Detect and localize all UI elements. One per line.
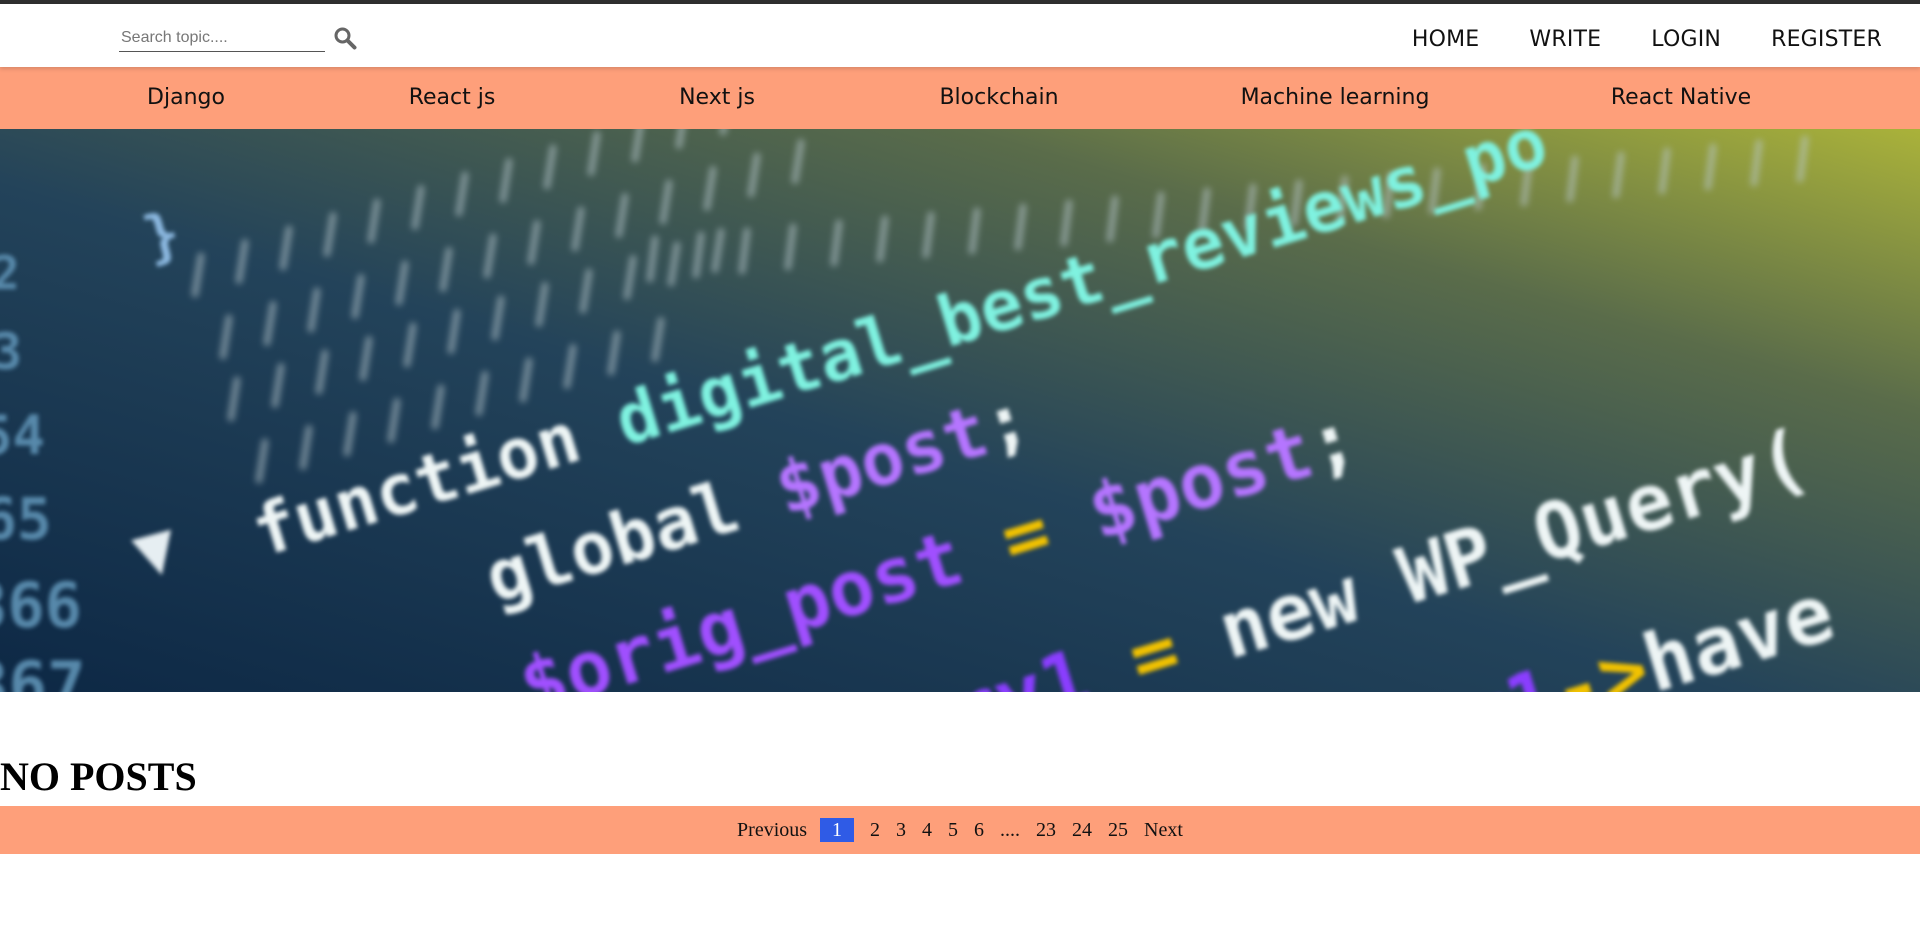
indent-guide <box>1704 143 1717 191</box>
pagination: Previous 1 2 3 4 5 6 .... 23 24 25 Next <box>0 806 1920 854</box>
indent-guide <box>784 223 797 271</box>
indent-guide <box>922 211 935 259</box>
line-number: 366 <box>0 569 82 642</box>
search-input[interactable] <box>119 24 325 52</box>
line-number: 3 <box>0 323 22 381</box>
search-button[interactable] <box>332 25 358 51</box>
nav-write-link[interactable]: WRITE <box>1529 27 1601 52</box>
pagination-page-24[interactable]: 24 <box>1072 819 1092 842</box>
pagination-page-5[interactable]: 5 <box>948 819 958 842</box>
pagination-page-1[interactable]: 1 <box>820 818 855 842</box>
category-bar: Django React js Next js Blockchain Machi… <box>0 67 1920 129</box>
pagination-previous[interactable]: Previous <box>737 819 807 842</box>
category-machine-learning[interactable]: Machine learning <box>1241 67 1430 129</box>
category-django[interactable]: Django <box>147 67 225 129</box>
indent-guide <box>692 231 705 279</box>
indent-guide <box>830 219 843 267</box>
top-navbar: HOME WRITE LOGIN REGISTER <box>0 4 1920 67</box>
pagination-page-23[interactable]: 23 <box>1036 819 1056 842</box>
pagination-next[interactable]: Next <box>1144 819 1183 842</box>
indent-guide <box>1566 155 1579 203</box>
nav-home-link[interactable]: HOME <box>1412 27 1480 52</box>
indent-guide <box>1060 199 1073 247</box>
nav-login-link[interactable]: LOGIN <box>1651 27 1721 52</box>
category-react-native[interactable]: React Native <box>1611 67 1751 129</box>
pagination-page-6[interactable]: 6 <box>974 819 984 842</box>
no-posts-heading: NO POSTS <box>0 754 197 799</box>
category-react-js[interactable]: React js <box>409 67 496 129</box>
indent-guide <box>1014 203 1027 251</box>
indent-guide <box>1750 139 1763 187</box>
nav-register-link[interactable]: REGISTER <box>1771 27 1882 52</box>
search-icon <box>334 27 357 50</box>
main-nav: HOME WRITE LOGIN REGISTER <box>1362 8 1882 71</box>
category-blockchain[interactable]: Blockchain <box>939 67 1058 129</box>
indent-guide <box>1658 147 1671 195</box>
line-number: 367 <box>0 649 86 692</box>
indent-guide <box>1796 135 1809 183</box>
indent-guide <box>876 215 889 263</box>
indent-guide <box>1612 151 1625 199</box>
pagination-page-4[interactable]: 4 <box>922 819 932 842</box>
line-number: 65 <box>0 485 52 553</box>
indent-guide <box>646 235 659 283</box>
category-next-js[interactable]: Next js <box>679 67 755 129</box>
search-bar <box>119 20 358 56</box>
pagination-page-3[interactable]: 3 <box>896 819 906 842</box>
indent-guide <box>738 227 751 275</box>
line-number: 54 <box>0 404 45 467</box>
hero-banner: 2 3 54 65 366 367 } ▼ function digital_b… <box>0 129 1920 692</box>
pagination-page-2[interactable]: 2 <box>870 819 880 842</box>
line-number: 2 <box>0 246 20 300</box>
indent-guide <box>968 207 981 255</box>
hero-code-image: 2 3 54 65 366 367 } ▼ function digital_b… <box>0 129 1920 692</box>
pagination-page-25[interactable]: 25 <box>1108 819 1128 842</box>
pagination-ellipsis: .... <box>1000 818 1021 841</box>
